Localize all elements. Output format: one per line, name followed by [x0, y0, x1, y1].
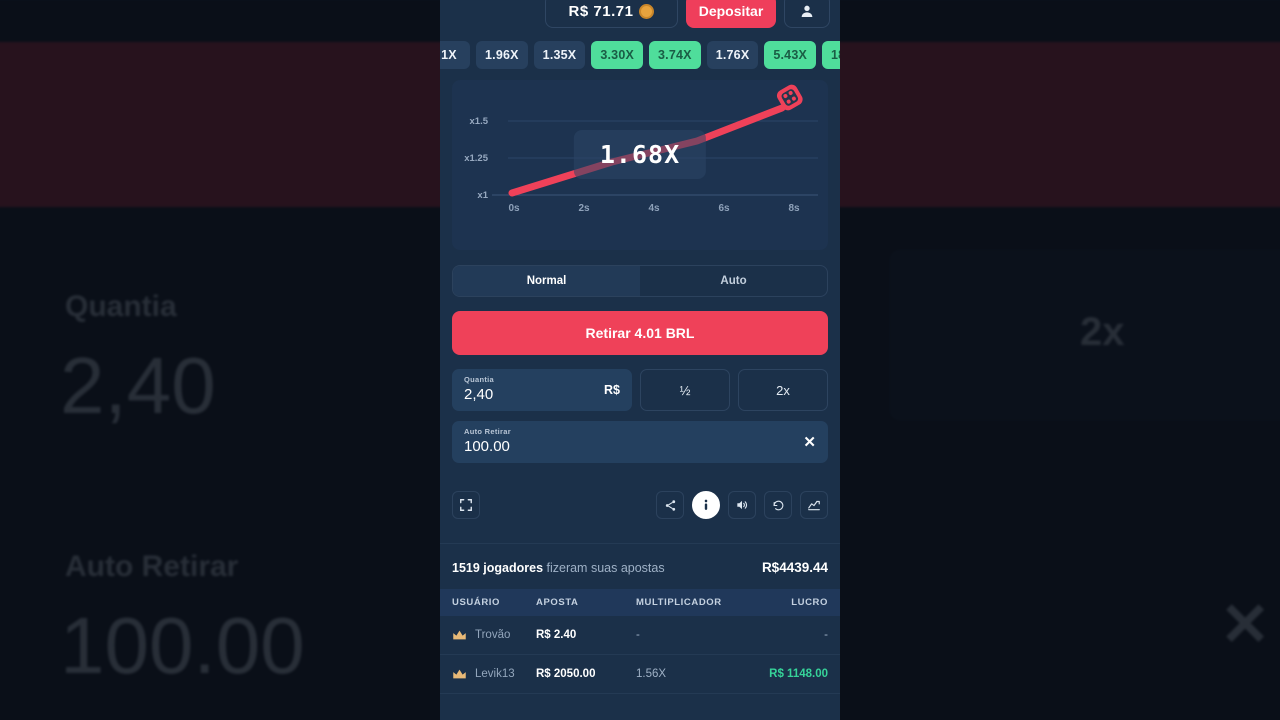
- tab-normal[interactable]: Normal: [453, 266, 640, 296]
- history-chip[interactable]: 3.74X: [649, 41, 701, 69]
- double-button[interactable]: 2x: [738, 369, 828, 411]
- cashout-button[interactable]: Retirar 4.01 BRL: [452, 311, 828, 355]
- share-icon[interactable]: [656, 491, 684, 519]
- bottom-toolbar: [452, 485, 828, 525]
- user-button[interactable]: [784, 0, 830, 28]
- amount-label: Quantia: [464, 375, 495, 384]
- balance-amount: R$ 71.71: [568, 2, 634, 20]
- auto-cashout-input[interactable]: Auto Retirar 100.00 ✕: [452, 421, 828, 463]
- y-tick-label: x1: [477, 190, 488, 201]
- background-amount-label: Quantia: [65, 290, 177, 323]
- player-identity: Levik13: [452, 668, 536, 680]
- game-app-panel: R$ 71.71 Depositar 1X 1.96X 1.35X 3.30X …: [440, 0, 840, 720]
- players-count-suffix: fizeram suas apostas: [543, 560, 665, 575]
- current-multiplier: 1.68X: [573, 130, 707, 179]
- player-name: Levik13: [475, 668, 515, 680]
- y-tick-label: x1.25: [464, 153, 488, 164]
- x-tick-label: 6s: [718, 203, 730, 214]
- crown-icon: [453, 669, 466, 679]
- players-section: 1519 jogadores fizeram suas apostas R$44…: [440, 543, 840, 694]
- table-row[interactable]: Trovão R$ 2.40 - -: [440, 616, 840, 655]
- x-tick-label: 8s: [788, 203, 800, 214]
- half-button[interactable]: ½: [640, 369, 730, 411]
- currency-label: R$: [604, 383, 620, 397]
- background-double-label: 2x: [1080, 310, 1125, 354]
- player-profit: -: [734, 616, 840, 655]
- auto-cashout-label: Auto Retirar: [464, 427, 511, 436]
- x-tick-label: 2s: [578, 203, 590, 214]
- player-bet: R$ 2.40: [536, 629, 577, 641]
- volume-icon[interactable]: [728, 491, 756, 519]
- balance-display[interactable]: R$ 71.71: [545, 0, 678, 28]
- x-tick-label: 4s: [648, 203, 660, 214]
- column-header-aposta[interactable]: APOSTA: [536, 589, 636, 616]
- table-header-row: USUÁRIO APOSTA MULTIPLICADOR LUCRO: [440, 589, 840, 616]
- close-icon[interactable]: ✕: [803, 435, 816, 450]
- history-chip[interactable]: 1X: [440, 41, 470, 69]
- background-auto-retirar-value: 100.00: [60, 601, 305, 690]
- column-header-multiplicador[interactable]: MULTIPLICADOR: [636, 589, 734, 616]
- fullscreen-icon[interactable]: [452, 491, 480, 519]
- player-identity: Trovão: [452, 629, 536, 641]
- app-header: R$ 71.71 Depositar: [440, 0, 840, 30]
- history-icon[interactable]: [764, 491, 792, 519]
- history-chip[interactable]: 1.96X: [476, 41, 528, 69]
- players-summary: 1519 jogadores fizeram suas apostas R$44…: [440, 560, 840, 589]
- history-chip[interactable]: 3.30X: [591, 41, 644, 69]
- deposit-button[interactable]: Depositar: [686, 0, 776, 28]
- column-header-usuario[interactable]: USUÁRIO: [440, 589, 536, 616]
- amount-value: 2,40: [464, 386, 494, 403]
- bet-mode-tabs[interactable]: Normal Auto: [452, 265, 828, 297]
- players-table: USUÁRIO APOSTA MULTIPLICADOR LUCRO Trovã…: [440, 589, 840, 694]
- auto-cashout-value: 100.00: [464, 438, 510, 455]
- auto-cashout-row: Auto Retirar 100.00 ✕: [452, 421, 828, 463]
- history-chip[interactable]: 18.79X: [822, 41, 840, 69]
- players-count: 1519 jogadores: [452, 560, 544, 575]
- x-tick-label: 0s: [508, 203, 520, 214]
- bet-amount-row: Quantia 2,40 R$ ½ 2x: [452, 369, 828, 411]
- history-chip[interactable]: 1.35X: [533, 41, 586, 69]
- player-multiplier: -: [636, 616, 734, 655]
- y-tick-label: x1.5: [470, 116, 489, 127]
- table-row[interactable]: Levik13 R$ 2050.00 1.56X R$ 1148.00: [440, 654, 840, 694]
- crash-chart: x1.5 x1.25 x1 0s 2s 4s 6s 8s 1.68X: [452, 80, 828, 250]
- rocket-dice-icon: [776, 84, 803, 111]
- history-chip[interactable]: 5.43X: [764, 41, 817, 69]
- player-profit: R$ 1148.00: [769, 668, 828, 680]
- amount-input[interactable]: Quantia 2,40 R$: [452, 369, 632, 411]
- player-bet: R$ 2050.00: [536, 668, 596, 680]
- history-chip[interactable]: 1.76X: [706, 41, 759, 69]
- multiplier-history-bar[interactable]: 1X 1.96X 1.35X 3.30X 3.74X 1.76X 5.43X 1…: [440, 30, 840, 80]
- player-name: Trovão: [475, 629, 511, 641]
- background-close-icon: ✕: [1220, 591, 1271, 658]
- player-multiplier: 1.56X: [636, 654, 734, 694]
- coin-icon: [639, 3, 655, 19]
- tab-auto[interactable]: Auto: [640, 266, 827, 296]
- trend-chart-icon[interactable]: [800, 491, 828, 519]
- background-auto-retirar-label: Auto Retirar: [65, 550, 239, 583]
- info-icon[interactable]: [692, 491, 720, 519]
- user-icon: [801, 5, 813, 17]
- crown-icon: [453, 630, 466, 640]
- column-header-lucro[interactable]: LUCRO: [734, 589, 840, 616]
- background-amount-value: 2,40: [60, 341, 216, 430]
- players-count-text: 1519 jogadores fizeram suas apostas: [452, 561, 665, 575]
- players-total-amount: R$4439.44: [761, 560, 828, 575]
